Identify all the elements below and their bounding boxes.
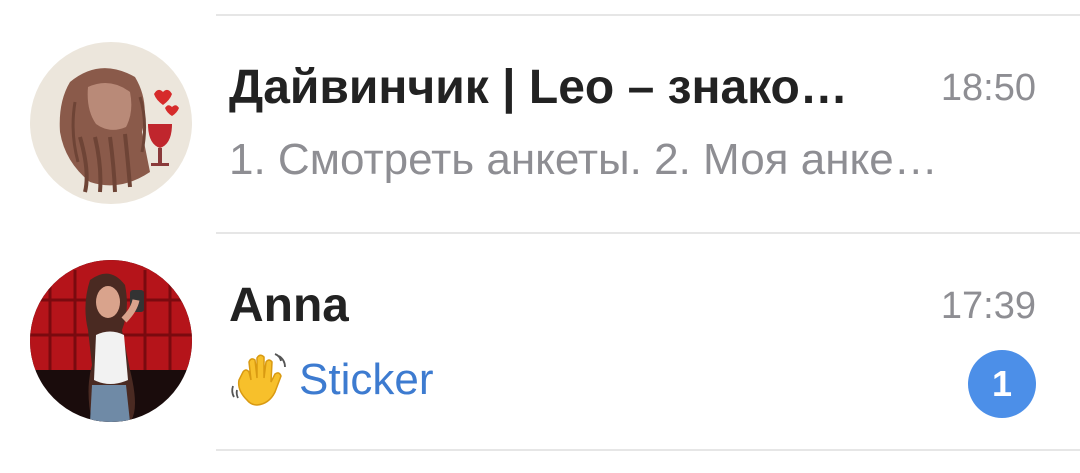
chat-list: Дайвинчик | Leo – знако… 18:50 1. Смотре… [0, 0, 1080, 473]
sticker-label: Sticker [299, 355, 434, 404]
chat-name: Anna [229, 279, 349, 332]
unread-count-badge: 1 [968, 350, 1036, 418]
chat-name: Дайвинчик | Leo – знако… [229, 61, 848, 114]
divider [216, 449, 1080, 451]
chat-avatar [30, 260, 192, 422]
chat-preview: Sticker [229, 350, 433, 410]
chat-avatar [30, 42, 192, 204]
waving-hand-icon [231, 353, 286, 406]
chat-time: 17:39 [940, 285, 1036, 327]
chat-row-daivinchik[interactable]: Дайвинчик | Leo – знако… 18:50 1. Смотре… [0, 16, 1080, 230]
chat-time: 18:50 [940, 67, 1036, 109]
chat-preview: 1. Смотреть анкеты. 2. Моя анке… [229, 135, 938, 184]
chat-row-anna[interactable]: Anna 17:39 Sticker 1 [0, 234, 1080, 448]
